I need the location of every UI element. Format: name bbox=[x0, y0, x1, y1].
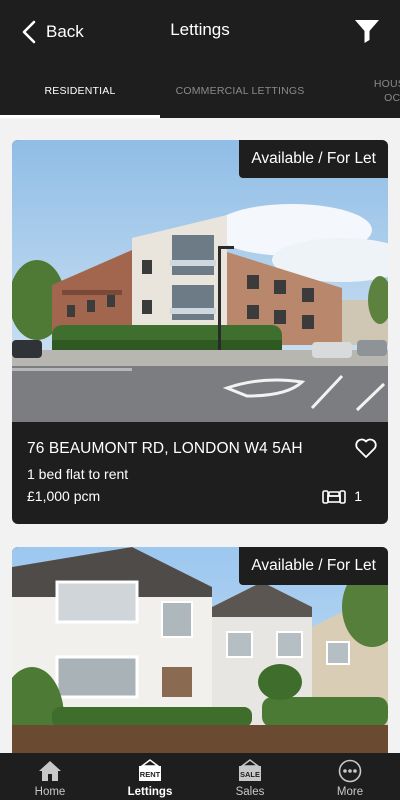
listing-price: £1,000 pcm bbox=[27, 488, 101, 504]
sale-sign-text: SALE bbox=[240, 770, 260, 779]
tab-residential[interactable]: RESIDENTIAL bbox=[0, 64, 160, 118]
category-tabs: RESIDENTIAL COMMERCIAL LETTINGS HOUSE IN… bbox=[0, 64, 400, 118]
nav-home-label: Home bbox=[34, 786, 66, 798]
tab-commercial-lettings[interactable]: COMMERCIAL LETTINGS bbox=[160, 64, 320, 118]
listing-description: 1 bed flat to rent bbox=[27, 466, 129, 482]
nav-more-label: More bbox=[336, 786, 364, 798]
home-icon bbox=[39, 761, 61, 781]
availability-badge: Available / For Let bbox=[239, 140, 388, 178]
nav-lettings[interactable]: RENT Lettings bbox=[100, 753, 200, 800]
more-icon bbox=[338, 759, 362, 783]
property-photo bbox=[12, 140, 388, 422]
heart-icon[interactable] bbox=[354, 436, 378, 460]
bedroom-count: 1 bbox=[322, 488, 362, 504]
nav-sales-label: Sales bbox=[235, 786, 265, 798]
tab-house-in-multiple-occupation[interactable]: HOUSE IN OCCU bbox=[330, 64, 400, 118]
nav-more[interactable]: More bbox=[300, 753, 400, 800]
rent-sign-icon: RENT bbox=[139, 759, 161, 781]
bedroom-count-value: 1 bbox=[354, 488, 362, 504]
tab-residential-label: RESIDENTIAL bbox=[44, 85, 116, 97]
active-tab-indicator bbox=[0, 115, 160, 118]
availability-badge: Available / For Let bbox=[239, 547, 388, 585]
nav-sales[interactable]: SALE Sales bbox=[200, 753, 300, 800]
rent-sign-text: RENT bbox=[140, 770, 161, 779]
bed-icon bbox=[322, 490, 347, 504]
listing-address: 76 BEAUMONT RD, LONDON W4 5AH bbox=[27, 440, 303, 457]
top-app-bar: Back Lettings bbox=[0, 0, 400, 64]
tab-commercial-label: COMMERCIAL LETTINGS bbox=[175, 85, 305, 97]
bottom-navigation: Home RENT Lettings SALE Sales More bbox=[0, 753, 400, 800]
page-title: Lettings bbox=[170, 20, 230, 39]
nav-home[interactable]: Home bbox=[0, 753, 100, 800]
nav-lettings-label: Lettings bbox=[127, 786, 173, 798]
sale-sign-icon: SALE bbox=[239, 759, 261, 781]
tab-hmo-label-line1: HOUSE IN bbox=[373, 78, 400, 90]
tab-hmo-label-line2: OCCU bbox=[384, 92, 400, 104]
listing-card[interactable]: Available / For Let 76 BEAUMONT RD, LOND… bbox=[12, 140, 388, 524]
filter-icon[interactable] bbox=[354, 18, 380, 44]
